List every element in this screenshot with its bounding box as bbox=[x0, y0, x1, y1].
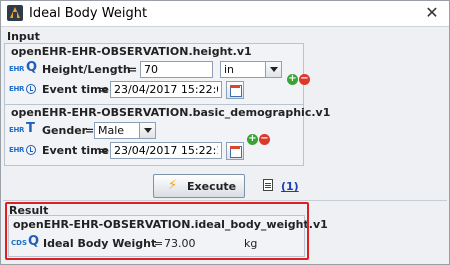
demographic-group-title: openEHR-EHR-OBSERVATION.basic_demographi… bbox=[11, 106, 331, 119]
app-window: Ideal Body Weight ✕ Input openEHR-EHR-OB… bbox=[0, 0, 450, 265]
execute-button[interactable]: ⚡ Execute bbox=[153, 174, 245, 198]
gender-label: Gender bbox=[42, 124, 88, 137]
height-label: Height/Length bbox=[42, 63, 131, 76]
ehr-badge: EHR bbox=[9, 85, 25, 93]
equals-sign: = bbox=[85, 124, 95, 137]
clock-icon bbox=[26, 145, 36, 155]
chevron-down-icon[interactable] bbox=[139, 123, 155, 138]
execute-label: Execute bbox=[187, 180, 237, 193]
result-highlight-box bbox=[5, 202, 309, 260]
history-count-link[interactable]: (1) bbox=[281, 180, 299, 193]
ehr-badge: EHR bbox=[9, 65, 25, 73]
height-unit-select[interactable]: in bbox=[220, 61, 282, 78]
text-icon: T bbox=[26, 121, 35, 136]
calendar-icon[interactable] bbox=[226, 81, 244, 99]
chevron-down-icon[interactable] bbox=[265, 62, 281, 77]
height-value-input[interactable] bbox=[140, 61, 213, 78]
demographic-event-time-input[interactable] bbox=[110, 142, 222, 159]
remove-element-button[interactable]: − bbox=[259, 134, 270, 145]
height-event-time-input[interactable] bbox=[110, 81, 222, 98]
equals-sign: = bbox=[99, 83, 109, 96]
remove-element-button[interactable]: − bbox=[299, 74, 310, 85]
gender-value: Male bbox=[98, 124, 125, 137]
gender-select[interactable]: Male bbox=[94, 122, 156, 139]
add-element-button[interactable]: + bbox=[247, 134, 258, 145]
clock-icon bbox=[26, 84, 36, 94]
quantity-icon: Q bbox=[26, 60, 38, 75]
calendar-icon[interactable] bbox=[226, 142, 244, 160]
window-title: Ideal Body Weight bbox=[29, 6, 148, 21]
app-logo-icon bbox=[7, 5, 23, 21]
ehr-badge: EHR bbox=[9, 146, 25, 154]
close-button[interactable]: ✕ bbox=[421, 3, 443, 23]
title-bar: Ideal Body Weight ✕ bbox=[1, 1, 449, 27]
ehr-badge: EHR bbox=[9, 126, 25, 134]
equals-sign: = bbox=[99, 144, 109, 157]
add-element-button[interactable]: + bbox=[287, 74, 298, 85]
height-group-title: openEHR-EHR-OBSERVATION.height.v1 bbox=[11, 45, 252, 58]
equals-sign: = bbox=[128, 63, 138, 76]
document-icon[interactable] bbox=[263, 179, 273, 191]
height-unit-value: in bbox=[224, 63, 235, 76]
divider bbox=[3, 200, 447, 201]
input-section-label: Input bbox=[7, 30, 40, 43]
lightning-icon: ⚡ bbox=[168, 178, 178, 193]
